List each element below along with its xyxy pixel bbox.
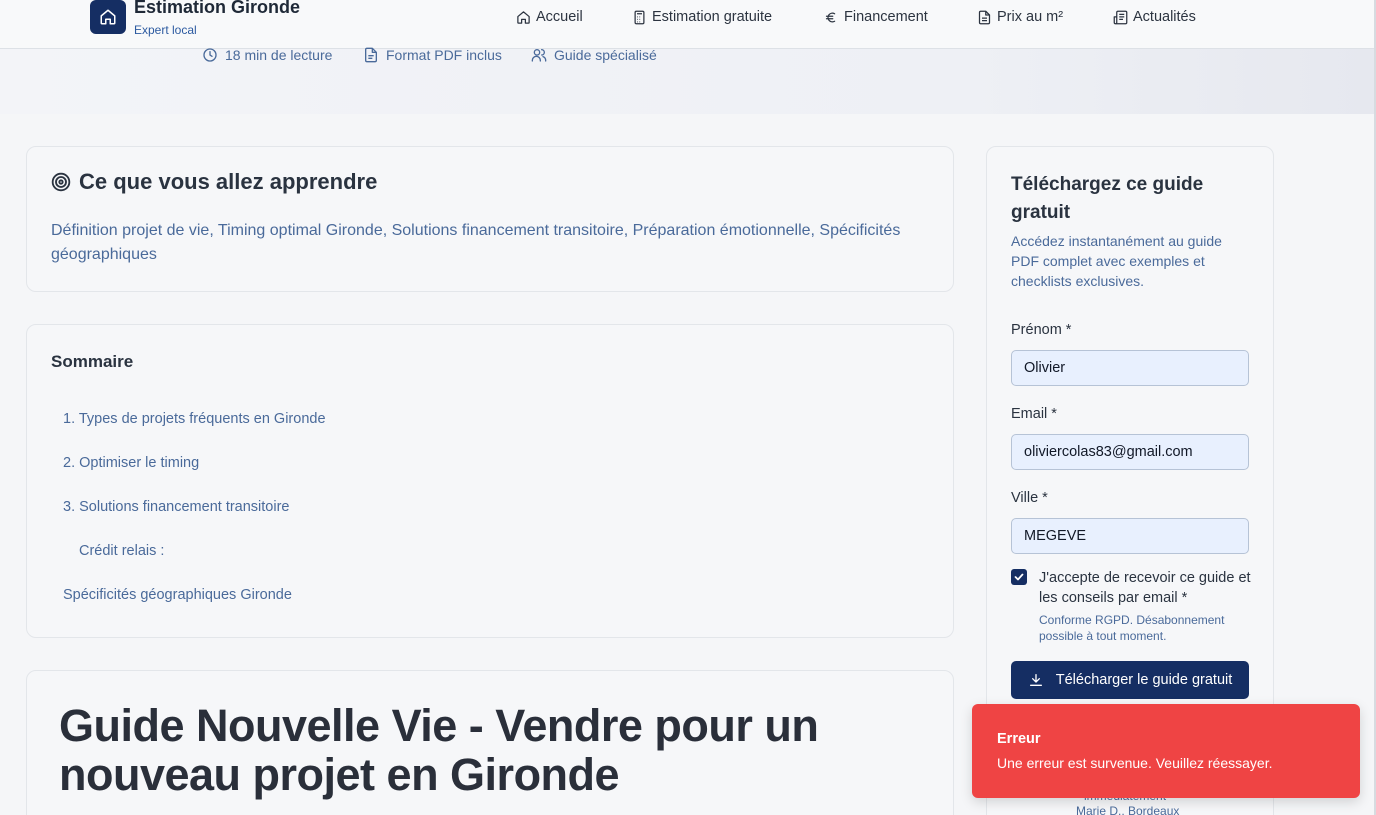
nav-item-prix[interactable]: Prix au m² [977,8,1063,26]
email-input[interactable] [1011,434,1249,470]
site-header: Estimation Gironde Expert local Accueil … [0,0,1376,49]
nav-item-estimation[interactable]: Estimation gratuite [632,8,772,26]
brand-title[interactable]: Estimation Gironde [134,0,300,18]
toast-title: Erreur [997,731,1041,747]
meta-pdf-format: Format PDF inclus [363,47,502,63]
newspaper-icon [1113,10,1128,24]
target-icon [51,172,71,192]
home-logo-icon [100,9,116,25]
error-toast: Erreur Une erreur est survenue. Veuillez… [972,704,1360,798]
firstname-label: Prénom * [1011,322,1072,338]
euro-icon [825,12,836,22]
firstname-input[interactable] [1011,350,1249,386]
nav-label: Estimation gratuite [652,9,773,25]
toc-title: Sommaire [51,352,134,371]
learn-title: Ce que vous allez apprendre [79,169,378,194]
toc-item[interactable]: 2. Optimiser le timing [63,455,199,471]
calculator-icon [634,10,645,24]
document-icon [978,10,991,24]
consent-note: Conforme RGPD. Désabonnement possible à … [1039,613,1225,643]
meta-label: Format PDF inclus [386,47,502,63]
city-input[interactable] [1011,518,1249,554]
nav-item-accueil[interactable]: Accueil [516,8,583,26]
toc-subitem[interactable]: Crédit relais : [79,543,164,559]
nav-label: Financement [844,9,928,25]
brand-subtitle: Expert local [134,23,197,37]
download-icon [1029,674,1042,686]
form-title: Téléchargez ce guide gratuit [1011,174,1204,223]
clock-icon [203,48,217,62]
file-icon [365,47,377,63]
article-card: Guide Nouvelle Vie - Vendre pour un nouv… [26,670,954,815]
home-icon [517,10,530,24]
city-label: Ville * [1011,490,1048,506]
learn-card: Ce que vous allez apprendre Définition p… [26,146,954,292]
logo[interactable] [90,0,126,34]
toc-item[interactable]: Spécificités géographiques Gironde [63,587,292,603]
learn-text: Définition projet de vie, Timing optimal… [51,222,901,263]
testimonial-author: Marie D., Bordeaux [1076,804,1180,815]
toc-item[interactable]: 1. Types de projets fréquents en Gironde [63,411,326,427]
nav-label: Actualités [1133,9,1196,25]
toast-message: Une erreur est survenue. Veuillez réessa… [997,755,1273,771]
consent-checkbox[interactable] [1011,569,1027,585]
article-title: Guide Nouvelle Vie - Vendre pour un nouv… [59,700,819,800]
check-icon [1014,573,1024,581]
nav-item-actualites[interactable]: Actualités [1113,8,1196,26]
toc-item[interactable]: 3. Solutions financement transitoire [63,499,290,515]
learn-heading: Ce que vous allez apprendre [51,169,377,195]
meta-label: 18 min de lecture [225,47,333,63]
consent-label[interactable]: J'accepte de recevoir ce guide et les co… [1039,568,1254,608]
meta-reading-time: 18 min de lecture [202,47,332,63]
download-guide-button[interactable]: Télécharger le guide gratuit [1011,661,1249,699]
meta-specialized: Guide spécialisé [531,47,657,63]
email-label: Email * [1011,406,1057,422]
form-description: Accédez instantanément au guide PDF comp… [1011,233,1222,289]
nav-item-financement[interactable]: Financement [824,8,928,26]
meta-label: Guide spécialisé [554,47,657,63]
nav-label: Prix au m² [997,9,1064,25]
toc-card: Sommaire 1. Types de projets fréquents e… [26,324,954,638]
download-button-label: Télécharger le guide gratuit [1055,672,1233,688]
users-icon [531,49,547,62]
nav-label: Accueil [536,9,583,25]
